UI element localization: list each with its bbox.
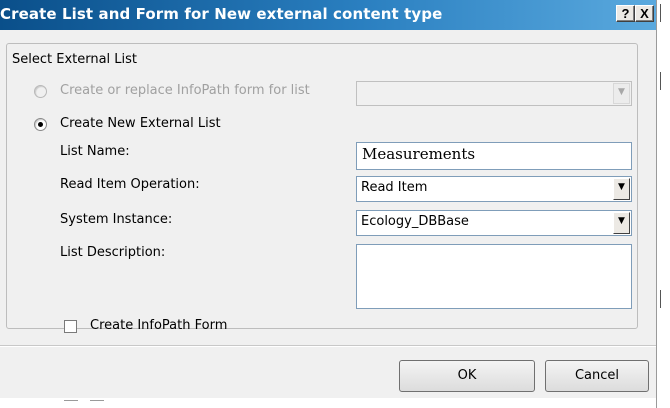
label-read-item-operation: Read Item Operation: [60,177,200,192]
chevron-down-icon[interactable]: ▼ [613,83,630,104]
close-button[interactable]: X [635,5,654,22]
label-system-instance: System Instance: [60,212,173,227]
chevron-down-icon[interactable]: ▼ [613,212,630,234]
create-list-dialog: Create List and Form for New external co… [0,0,657,408]
help-button[interactable]: ? [616,5,635,22]
title-bar[interactable]: Create List and Form for New external co… [0,0,656,30]
list-name-input[interactable]: Measurements [356,142,632,170]
group-legend: Select External List [9,52,141,67]
background-window-edge [657,0,670,408]
button-separator [0,345,656,347]
create-infopath-form-checkbox[interactable] [64,320,77,333]
ok-button[interactable]: OK [399,360,535,392]
label-list-description: List Description: [60,245,166,260]
read-item-operation-select[interactable]: Read Item ▼ [356,176,632,202]
label-infopath-replace: Create or replace InfoPath form for list [60,83,310,98]
label-create-infopath-form: Create InfoPath Form [90,318,228,333]
label-new-external-list: Create New External List [60,116,221,131]
label-list-name: List Name: [60,144,130,159]
window-title: Create List and Form for New external co… [0,5,443,23]
infopath-list-select[interactable]: ▼ [356,81,632,106]
bottom-edge [0,398,656,408]
list-description-textarea[interactable] [356,244,632,309]
cancel-button[interactable]: Cancel [545,360,649,392]
chevron-down-icon[interactable]: ▼ [613,178,630,200]
radio-new-external-list[interactable] [34,118,47,131]
system-instance-select[interactable]: Ecology_DBBase ▼ [356,210,632,236]
radio-dot-icon [38,122,43,127]
radio-infopath-replace[interactable] [34,85,47,98]
